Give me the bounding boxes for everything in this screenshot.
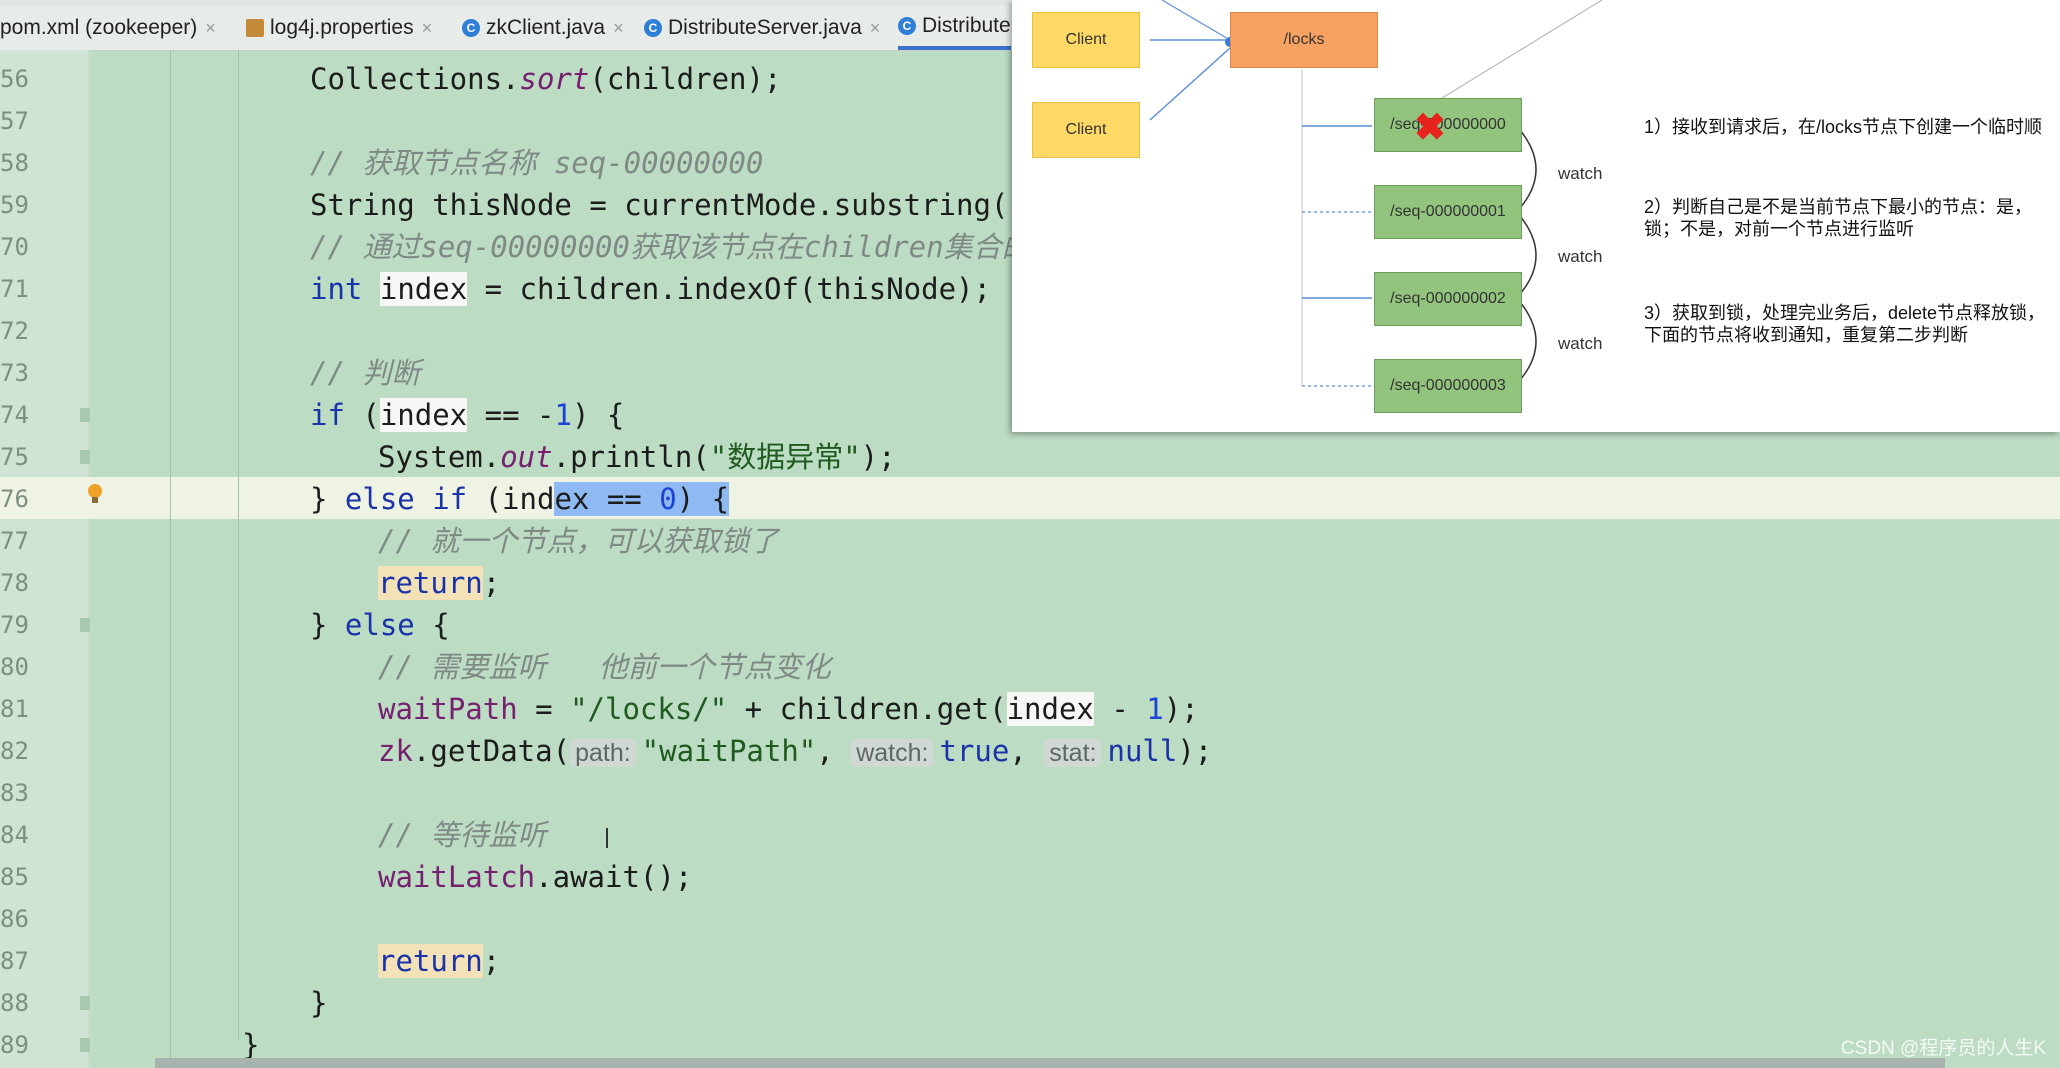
code-comment: // 需要监听 他前一个节点变化 — [378, 650, 831, 684]
line-number: 74 — [0, 401, 29, 429]
tab-label: log4j.properties — [270, 16, 414, 39]
code-line: waitPath = "/locks/" + children.get(inde… — [378, 692, 1199, 726]
line-number: 80 — [0, 653, 29, 681]
code-line: int index = children.indexOf(thisNode); — [310, 272, 991, 306]
fold-marker[interactable] — [80, 408, 90, 422]
fold-marker[interactable] — [80, 1038, 90, 1052]
line-number: 75 — [0, 443, 29, 471]
code-line: System.out.println("数据异常"); — [378, 440, 896, 474]
code-comment: // 获取节点名称 seq-00000000 — [310, 146, 764, 180]
close-icon[interactable]: × — [613, 18, 624, 39]
line-number: 88 — [0, 989, 29, 1017]
java-class-icon: C — [644, 19, 662, 37]
line-number: 86 — [0, 905, 29, 933]
fold-marker[interactable] — [80, 618, 90, 632]
code-line-current: } else if (index == 0) { — [310, 482, 730, 516]
lightbulb-icon[interactable] — [88, 484, 102, 503]
watch-label: watch — [1558, 247, 1603, 266]
line-number: 79 — [0, 611, 29, 639]
code-comment: // 判断 — [310, 356, 421, 390]
param-hint: path: — [570, 739, 636, 767]
code-comment: // 等待监听 — [378, 818, 547, 852]
code-comment: // 通过seq-00000000获取该节点在children集合的位 — [310, 230, 1060, 264]
fold-marker[interactable] — [80, 450, 90, 464]
watch-label: watch — [1558, 334, 1603, 353]
line-number: 59 — [0, 191, 29, 219]
line-number: 84 — [0, 821, 29, 849]
tab-label: pom.xml (zookeeper) — [0, 16, 198, 39]
java-class-icon: C — [898, 17, 916, 35]
fold-marker[interactable] — [80, 996, 90, 1010]
line-number: 81 — [0, 695, 29, 723]
line-number: 58 — [0, 149, 29, 177]
seq-node: /seq-000000000 — [1374, 98, 1522, 152]
seq-node: /seq-000000003 — [1374, 359, 1522, 413]
text-cursor-icon — [606, 828, 616, 848]
code-comment: // 就一个节点，可以获取锁了 — [378, 524, 779, 558]
client-box: Client — [1032, 102, 1140, 158]
locks-node: /locks — [1230, 12, 1378, 68]
line-number: 85 — [0, 863, 29, 891]
java-class-icon: C — [462, 19, 480, 37]
tab-distribute-active[interactable]: C Distribute — [898, 6, 1011, 50]
code-line: String thisNode = currentMode.substring(… — [310, 188, 1044, 222]
code-line: } — [310, 986, 328, 1020]
code-line: waitLatch.await(); — [378, 860, 693, 894]
tab-label: zkClient.java — [486, 16, 606, 39]
tab-pom-xml[interactable]: pom.xml (zookeeper) × — [0, 6, 216, 50]
param-hint: stat: — [1044, 739, 1102, 767]
tab-label: DistributeServer.java — [668, 16, 862, 39]
properties-file-icon — [246, 19, 264, 37]
tab-zkclient-java[interactable]: C zkClient.java × — [462, 6, 624, 50]
line-number: 72 — [0, 317, 29, 345]
code-line: Collections.sort(children); — [310, 62, 782, 96]
line-number: 77 — [0, 527, 29, 555]
line-number: 57 — [0, 107, 29, 135]
red-x-icon: ✖ — [1414, 107, 1446, 149]
diagram-overlay: Client Client /locks /seq-000000000 /seq… — [1012, 0, 2060, 432]
close-icon[interactable]: × — [870, 18, 881, 39]
tab-label: Distribute — [922, 14, 1011, 37]
step-text: 3）获取到锁，处理完业务后，delete节点释放锁， 下面的节点将收到通知，重复… — [1644, 303, 2046, 345]
step-text: 2）判断自己是不是当前节点下最小的节点：是， 锁；不是，对前一个节点进行监听 — [1644, 197, 2033, 239]
line-number: 89 — [0, 1031, 29, 1059]
line-number: 76 — [0, 485, 29, 513]
line-number: 82 — [0, 737, 29, 765]
code-line: zk.getData(path: "waitPath", watch: true, … — [378, 734, 1213, 768]
line-number: 83 — [0, 779, 29, 807]
code-line: } else { — [310, 608, 450, 642]
line-number: 73 — [0, 359, 29, 387]
seq-node: /seq-000000002 — [1374, 272, 1522, 326]
line-number: 71 — [0, 275, 29, 303]
seq-node: /seq-000000001 — [1374, 185, 1522, 239]
horizontal-scrollbar[interactable] — [155, 1058, 1945, 1068]
watermark-text: CSDN @程序员的人生K — [1840, 1038, 2046, 1059]
code-line: return; — [378, 566, 501, 600]
step-text: 1）接收到请求后，在/locks节点下创建一个临时顺 — [1644, 117, 2043, 137]
gutter-separator — [88, 50, 91, 1068]
code-line: return; — [378, 944, 501, 978]
close-icon[interactable]: × — [205, 18, 216, 39]
line-number: 78 — [0, 569, 29, 597]
line-number: 56 — [0, 65, 29, 93]
line-number: 70 — [0, 233, 29, 261]
tab-log4j-properties[interactable]: log4j.properties × — [246, 6, 432, 50]
close-icon[interactable]: × — [422, 18, 433, 39]
code-line: if (index == -1) { — [310, 398, 625, 432]
client-box: Client — [1032, 12, 1140, 68]
tab-distributeserver-java[interactable]: C DistributeServer.java × — [644, 6, 880, 50]
watch-label: watch — [1558, 164, 1603, 183]
line-number: 87 — [0, 947, 29, 975]
param-hint: watch: — [851, 739, 934, 767]
